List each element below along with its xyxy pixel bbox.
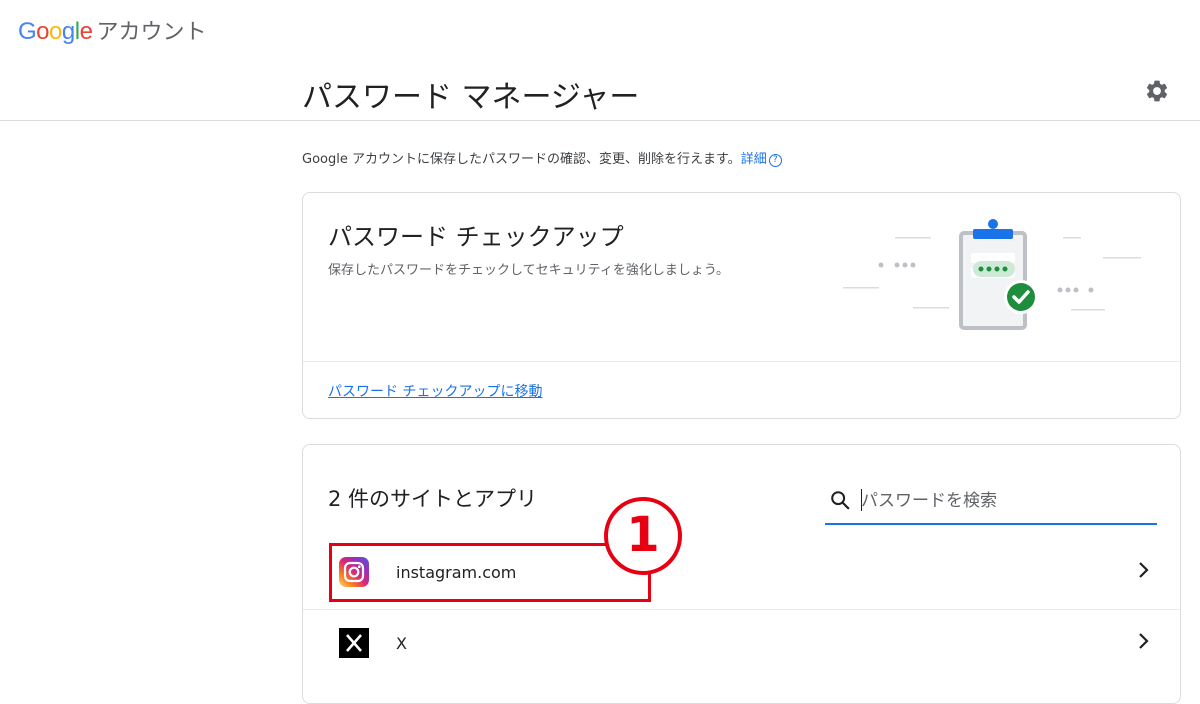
checkup-title: パスワード チェックアップ — [328, 223, 624, 251]
header-divider — [0, 120, 1200, 121]
learn-more-link[interactable]: 詳細 — [741, 152, 767, 167]
product-name: アカウント — [96, 19, 207, 44]
clipboard-check-illustration — [843, 219, 1141, 330]
site-row-x[interactable]: X — [303, 609, 1180, 680]
intro-text: Google アカウントに保存したパスワードの確認、変更、削除を行えます。詳細? — [302, 148, 782, 167]
page-title: パスワード マネージャー — [302, 80, 640, 115]
search-input[interactable] — [859, 485, 1153, 517]
search-icon — [831, 491, 850, 510]
site-name: X — [396, 634, 407, 653]
annotation-number-badge: 1 — [604, 497, 682, 575]
chevron-right-icon — [1139, 633, 1149, 649]
go-to-checkup-link[interactable]: パスワード チェックアップに移動 — [328, 381, 542, 401]
password-checkup-card: パスワード チェックアップ 保存したパスワードをチェックしてセキュリティを強化し… — [302, 192, 1181, 419]
checkup-divider — [303, 361, 1180, 362]
google-account-logo[interactable]: Google アカウント — [18, 14, 206, 46]
x-icon — [339, 628, 369, 658]
help-icon: ? — [768, 154, 782, 167]
chevron-right-icon — [1139, 562, 1149, 578]
password-search — [825, 477, 1157, 525]
google-logo: Google — [18, 18, 93, 45]
checkup-description: 保存したパスワードをチェックしてセキュリティを強化しましょう。 — [328, 263, 730, 278]
sites-count-title: 2 件のサイトとアプリ — [328, 487, 538, 511]
gear-icon[interactable] — [1144, 78, 1170, 104]
annotation-highlight-box — [329, 543, 651, 602]
